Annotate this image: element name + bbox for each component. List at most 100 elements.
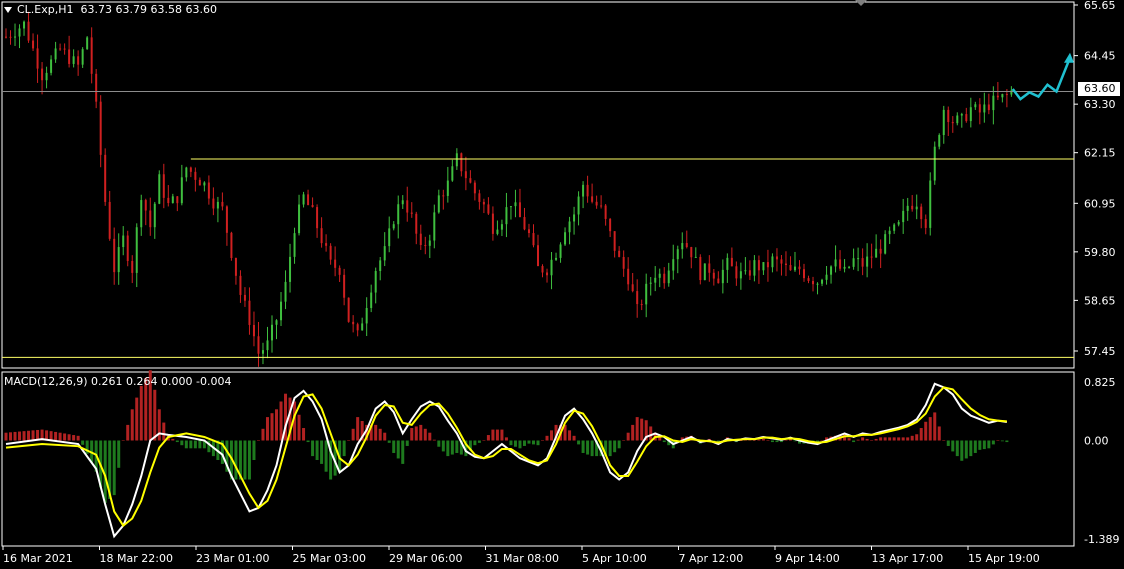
symbol-label: CL.Exp,H1 [17, 3, 74, 16]
candle-body [329, 245, 332, 260]
forecast-arrow-icon [1064, 52, 1074, 63]
candle-body [875, 248, 878, 258]
price-axis-label: 62.15 [1084, 147, 1116, 160]
macd-histogram-bar [72, 435, 76, 441]
candle-body [424, 245, 427, 247]
candle-body [681, 243, 684, 250]
macd-histogram-bar [193, 440, 197, 449]
macd-histogram-bar [919, 428, 923, 441]
macd-histogram-bar [626, 432, 630, 441]
macd-histogram-bar [550, 430, 554, 441]
macd-histogram-bar [874, 438, 878, 441]
candle-body [5, 36, 7, 38]
candle-body [947, 109, 950, 123]
time-axis-label: 13 Apr 17:00 [872, 552, 944, 565]
macd-histogram-bar [865, 438, 869, 441]
macd-histogram-bar [279, 401, 283, 441]
macd-histogram-bar [883, 437, 887, 441]
macd-pane-frame [1, 371, 1075, 547]
macd-histogram-bar [405, 440, 409, 446]
candle-body [32, 40, 35, 49]
candle-body [23, 21, 26, 29]
chart-window[interactable]: 65.65 64.45 63.30 62.15 60.95 59.80 58.65 57.45… [0, 0, 1124, 569]
candle-body [45, 72, 48, 81]
macd-histogram-bar [171, 438, 175, 441]
candle-body [171, 196, 174, 204]
candle-body [320, 228, 323, 244]
candle-body [50, 59, 53, 73]
macd-histogram-bar [901, 437, 905, 441]
candle-body [861, 258, 864, 267]
macd-histogram-bar [1005, 440, 1009, 443]
candle-body [135, 227, 138, 273]
candle-body [627, 268, 630, 285]
candle-body [649, 282, 652, 284]
candle-body [401, 200, 404, 205]
candle-body [257, 336, 260, 354]
macd-histogram-bar [608, 440, 612, 457]
candle-body [514, 202, 517, 207]
candle-body [275, 320, 278, 325]
macd-histogram-bar [54, 431, 58, 441]
candle-body [717, 278, 720, 284]
macd-histogram-bar [631, 424, 635, 441]
chart-shift-marker-icon[interactable] [855, 0, 867, 6]
dropdown-triangle-icon[interactable] [4, 7, 12, 13]
macd-histogram-bar [978, 440, 982, 450]
candle-body [180, 177, 183, 204]
candle-body [460, 153, 463, 172]
candle-body [122, 235, 125, 248]
candle-body [325, 243, 328, 246]
time-axis-label: 9 Apr 14:00 [775, 552, 840, 565]
macd-histogram-bar [888, 437, 892, 441]
macd-histogram-bar [906, 437, 910, 441]
candle-body [72, 56, 75, 64]
candle-body [532, 233, 535, 246]
price-axis-label: 65.65 [1084, 0, 1116, 12]
macd-histogram-bar [951, 440, 955, 452]
macd-histogram-bar [946, 440, 950, 446]
time-axis-label: 7 Apr 12:00 [679, 552, 744, 565]
candle-body [144, 200, 147, 211]
macd-histogram-bar [198, 440, 202, 449]
candle-body [663, 273, 666, 284]
candle-body [857, 258, 860, 260]
macd-histogram-bar [635, 417, 639, 441]
candle-body [902, 210, 905, 223]
macd-histogram-bar [428, 432, 432, 441]
candle-body [185, 167, 188, 178]
candle-body [140, 200, 143, 228]
candle-body [90, 37, 93, 74]
candle-body [803, 269, 805, 279]
chart-canvas[interactable]: 65.65 64.45 63.30 62.15 60.95 59.80 58.65 57.45… [0, 0, 1124, 569]
price-header: CL.Exp,H1 63.73 63.79 63.58 63.60 [4, 3, 217, 16]
candle-body [555, 257, 558, 260]
macd-histogram-bar [500, 429, 504, 441]
macd-histogram-bar [969, 440, 973, 457]
candle-body [113, 238, 116, 273]
candle-body [478, 193, 481, 202]
candle-body [374, 271, 377, 293]
candle-body [807, 278, 810, 281]
candle-body [509, 206, 512, 208]
candle-body [63, 48, 66, 50]
macd-axis-label: 0.00 [1084, 435, 1109, 448]
macd-histogram-bar [423, 428, 427, 441]
macd-histogram-bar [973, 440, 977, 453]
candle-body [613, 231, 616, 251]
macd-histogram-bar [4, 432, 8, 441]
candle-body [68, 49, 71, 64]
candle-body [131, 260, 134, 273]
candle-body [36, 48, 39, 69]
candle-body [1001, 94, 1004, 98]
ohlc-values: 63.73 63.79 63.58 63.60 [80, 3, 217, 16]
macd-histogram-bar [261, 428, 265, 441]
candle-body [95, 73, 98, 102]
macd-histogram-bar [175, 440, 179, 443]
candle-body [676, 249, 679, 260]
macd-histogram-bar [937, 426, 941, 441]
candle-body [600, 205, 603, 207]
candle-body [487, 204, 490, 214]
macd-histogram-bar [991, 440, 995, 445]
candle-body [410, 212, 413, 214]
